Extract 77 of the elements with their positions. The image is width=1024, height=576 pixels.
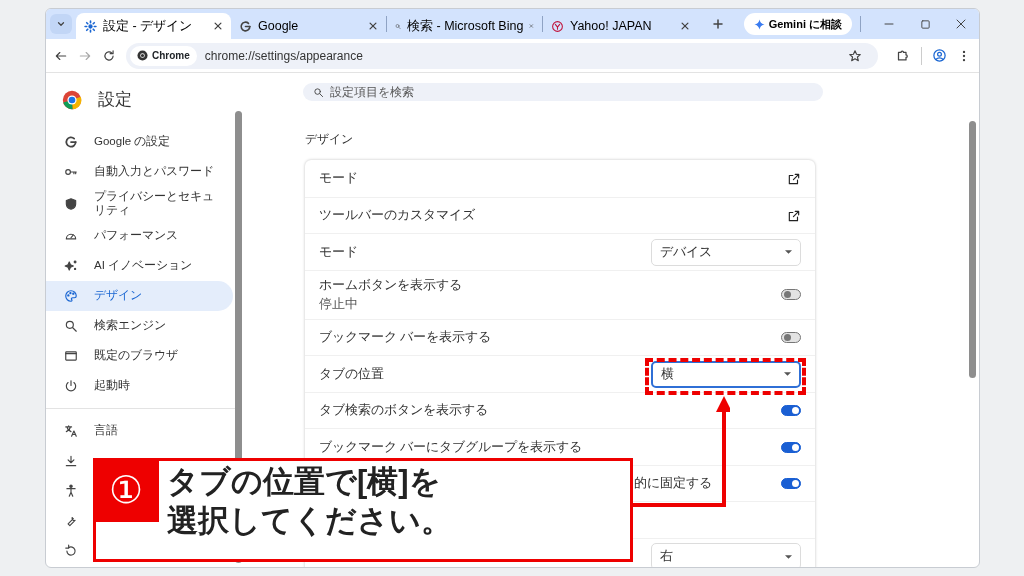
google-icon: [239, 19, 252, 33]
window-icon: [64, 348, 78, 363]
search-icon: [64, 318, 78, 333]
tab-list-button[interactable]: [50, 14, 72, 34]
ask-gemini-button[interactable]: Gemini に相談: [743, 13, 852, 35]
url-text: chrome://settings/appearance: [204, 47, 364, 65]
section-title: デザイン: [305, 132, 354, 147]
scrollbar[interactable]: [969, 121, 976, 378]
external-link-icon[interactable]: [787, 171, 801, 186]
sparkle-icon: [64, 258, 78, 273]
translate-icon: [64, 423, 78, 438]
dropdown[interactable]: デバイス: [651, 238, 801, 266]
browser-tab[interactable]: 検索 - Microsoft Bing: [387, 13, 542, 39]
setting-label: タブの位置: [319, 365, 384, 383]
maximize-icon: [919, 18, 931, 30]
browser-tab[interactable]: Yahoo! JAPAN: [543, 13, 698, 39]
toggle-switch[interactable]: [781, 478, 801, 489]
sidebar-item[interactable]: プライバシーとセキュリティ: [46, 187, 233, 221]
extensions-button[interactable]: [896, 48, 911, 63]
setting-label: モード: [319, 243, 358, 261]
browser-tab[interactable]: 設定 - デザイン: [76, 13, 231, 39]
sidebar-item[interactable]: 言語: [46, 415, 233, 446]
chrome-logo-icon: [137, 50, 148, 61]
sidebar-item[interactable]: AI イノベーション: [46, 250, 233, 281]
caret-icon: [785, 554, 792, 559]
shield-icon: [64, 196, 78, 211]
close-icon[interactable]: [213, 21, 223, 31]
yahoo-icon: [551, 19, 564, 33]
profile-button[interactable]: [932, 48, 947, 63]
sidebar-item[interactable]: Google の設定: [46, 127, 233, 157]
external-link-icon[interactable]: [787, 208, 801, 223]
setting-label: モード: [319, 170, 358, 188]
close-icon[interactable]: [680, 21, 690, 31]
toggle-switch[interactable]: [781, 441, 801, 453]
setting-label: タブ検索のボタンを表示する: [319, 402, 488, 420]
power-icon: [64, 378, 78, 393]
sidebar-item[interactable]: 既定のブラウザ: [46, 340, 233, 371]
toggle-switch[interactable]: [781, 289, 801, 301]
toggle-switch[interactable]: [781, 332, 801, 343]
sidebar-item[interactable]: デザイン: [46, 280, 233, 311]
toggle-switch[interactable]: [781, 405, 801, 416]
sparkle-icon: [753, 18, 765, 30]
star-icon[interactable]: [848, 48, 862, 63]
close-icon[interactable]: [368, 21, 378, 31]
puzzle-icon: [896, 48, 911, 63]
setting-label: ツールバーのカスタマイズ: [319, 207, 475, 225]
address-bar[interactable]: Chrome chrome://settings/appearance: [126, 42, 878, 69]
setting-label: ブックマーク バーを表示する: [319, 329, 492, 347]
chrome-logo-icon: [62, 90, 82, 110]
close-icon: [955, 18, 967, 30]
dropdown[interactable]: 右: [651, 543, 801, 567]
settings-title: 設定: [98, 89, 132, 112]
gear-icon: [84, 19, 97, 33]
setting-label: ブックマーク バーにタブグループを表示する: [319, 438, 583, 456]
browser-tab[interactable]: Google: [231, 13, 386, 39]
sidebar-item[interactable]: パフォーマンス: [46, 220, 233, 251]
plus-icon: [712, 18, 724, 30]
sidebar-item[interactable]: 自動入力とパスワード: [46, 157, 233, 187]
setting-status: 停止中: [319, 295, 359, 313]
palette-icon: [64, 288, 78, 303]
step-number: ①: [93, 458, 159, 522]
search-field[interactable]: 設定項目を検索: [303, 83, 823, 101]
sidebar-item[interactable]: 起動時: [46, 370, 233, 401]
caret-icon: [56, 19, 66, 29]
caret-icon: [784, 372, 791, 376]
setting-label: 的に固定する: [634, 475, 712, 493]
reload-button[interactable]: [102, 48, 116, 63]
sidebar-item[interactable]: 検索エンジン: [46, 310, 233, 341]
dropdown[interactable]: 横: [651, 360, 801, 388]
site-chip[interactable]: Chrome: [130, 45, 197, 66]
reload-icon: [102, 48, 116, 63]
google-icon: [64, 135, 78, 149]
search-icon: [313, 86, 324, 98]
setting-label: ホームボタンを表示する: [319, 277, 462, 294]
instruction-text: タブの位置で[横]を 選択してください。: [166, 463, 452, 540]
profile-icon: [932, 48, 947, 63]
caret-icon: [785, 250, 792, 254]
